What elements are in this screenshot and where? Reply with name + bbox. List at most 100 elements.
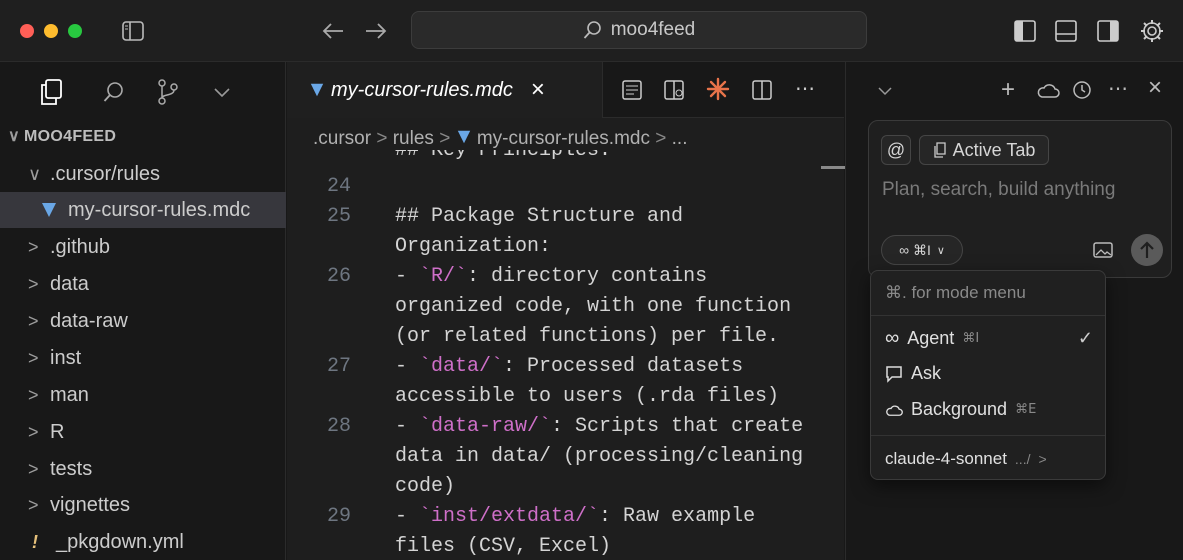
project-header[interactable]: ∨ MOO4FEED — [8, 126, 116, 150]
settings-gear-icon[interactable] — [1139, 18, 1165, 44]
code-line: 26 - `R/`: directory contains — [287, 262, 844, 292]
active-tab-chip[interactable]: Active Tab — [919, 135, 1049, 165]
close-panel-icon[interactable]: × — [1148, 74, 1162, 102]
tree-item-label: _pkgdown.yml — [56, 530, 184, 553]
code-line: organized code, with one function — [287, 292, 844, 322]
toggle-primary-sidebar-icon[interactable] — [1014, 20, 1036, 42]
toggle-panel-icon[interactable] — [1055, 20, 1077, 42]
mention-button[interactable]: @ — [881, 135, 911, 165]
minimize-window-button[interactable] — [44, 24, 58, 38]
folder-tests[interactable]: > tests — [0, 451, 286, 487]
tab-close-button[interactable]: × — [531, 76, 545, 104]
split-editor-icon[interactable] — [752, 80, 772, 100]
folder-cursor-rules[interactable]: ∨ .cursor/rules — [0, 156, 286, 192]
command-search-box[interactable]: moo4feed — [411, 11, 867, 49]
cursor-sparkle-icon[interactable] — [706, 77, 730, 101]
new-chat-icon[interactable]: + — [1001, 76, 1015, 104]
chevron-down-icon: ∨ — [8, 128, 21, 145]
code-line: accessible to users (.rda files) — [287, 382, 844, 412]
mode-chip-text: ∞ ⌘I — [899, 241, 931, 258]
at-icon: @ — [886, 139, 906, 160]
image-attach-icon[interactable] — [1093, 242, 1113, 258]
code-text: - `inst/extdata/`: Raw example — [395, 502, 755, 532]
code-string: `data-raw/` — [419, 415, 552, 438]
code-text: - — [395, 265, 420, 288]
tree-item-label: .cursor/rules — [50, 162, 161, 185]
arrow-right-icon[interactable] — [365, 22, 387, 40]
code-text: Organization: — [395, 235, 552, 258]
chevron-right-icon: > — [28, 384, 39, 405]
code-text: : Scripts that create — [551, 415, 804, 438]
file-pkgdown-yml[interactable]: ! _pkgdown.yml — [0, 524, 286, 560]
cloud-icon[interactable] — [1036, 82, 1060, 98]
chevron-down-icon: ∨ — [936, 244, 945, 257]
breadcrumb-ellipsis[interactable]: ... — [672, 128, 688, 149]
mode-menu: ⌘. for mode menu ∞ Agent ⌘I ✓ Ask Backgr… — [870, 270, 1106, 480]
folder-r[interactable]: > R — [0, 414, 286, 450]
folder-github[interactable]: > .github — [0, 229, 286, 265]
code-text: organized code, with one function — [395, 295, 792, 318]
scrollbar-indicator[interactable] — [821, 166, 845, 169]
folder-man[interactable]: > man — [0, 377, 286, 413]
preview-icon[interactable] — [622, 80, 642, 100]
folder-data[interactable]: > data — [0, 266, 286, 302]
code-string: `data/` — [419, 355, 504, 378]
project-name: MOO4FEED — [24, 128, 117, 145]
mode-selector[interactable]: ∞ ⌘I ∨ — [881, 235, 963, 265]
chevron-right-icon: > — [655, 128, 672, 149]
chevron-down-icon[interactable] — [214, 88, 230, 98]
more-actions-icon[interactable]: ⋯ — [795, 76, 815, 101]
source-control-icon[interactable] — [157, 79, 179, 105]
chat-input-box[interactable]: @ Active Tab Plan, search, build anythin… — [868, 120, 1172, 278]
breadcrumb-item[interactable]: my-cursor-rules.mdc — [477, 128, 650, 149]
chevron-right-icon: > — [1038, 451, 1047, 467]
more-actions-icon[interactable]: ⋯ — [1108, 76, 1128, 101]
chevron-right-icon: > — [28, 236, 39, 257]
history-icon[interactable] — [1072, 80, 1092, 100]
editor-tab-strip: my-cursor-rules.mdc × ⋯ — [287, 62, 844, 118]
chevron-right-icon: > — [28, 310, 39, 331]
breadcrumb-item[interactable]: .cursor — [313, 128, 371, 149]
menu-item-background[interactable]: Background ⌘E — [885, 399, 1036, 420]
toggle-sidebar-icon[interactable] — [122, 21, 144, 41]
code-line: ## Key Principles: — [287, 150, 844, 166]
code-text: - — [395, 505, 420, 528]
folder-data-raw[interactable]: > data-raw — [0, 303, 286, 339]
tab-my-cursor-rules[interactable]: my-cursor-rules.mdc × — [287, 62, 603, 118]
arrow-left-icon[interactable] — [322, 22, 344, 40]
breadcrumb-item[interactable]: rules — [393, 128, 434, 149]
file-my-cursor-rules[interactable]: my-cursor-rules.mdc — [0, 192, 286, 228]
maximize-window-button[interactable] — [68, 24, 82, 38]
close-window-button[interactable] — [20, 24, 34, 38]
code-text: - — [395, 415, 420, 438]
model-suffix: .../ — [1014, 451, 1031, 467]
tree-item-label: data — [50, 272, 89, 295]
chat-placeholder[interactable]: Plan, search, build anything — [882, 179, 1115, 201]
code-line: 24 — [287, 172, 844, 202]
model-name: claude-4-sonnet — [885, 449, 1007, 468]
folder-vignettes[interactable]: > vignettes — [0, 487, 286, 523]
code-area[interactable]: ## Key Principles: 24 25 ## Package Struc… — [287, 150, 844, 560]
line-number: 24 — [326, 175, 351, 198]
toggle-secondary-sidebar-icon[interactable] — [1097, 20, 1119, 42]
search-icon[interactable] — [103, 81, 125, 103]
chevron-down-icon[interactable] — [878, 87, 892, 96]
menu-item-label: Agent — [907, 328, 955, 348]
open-preview-side-icon[interactable] — [664, 80, 686, 100]
menu-item-ask[interactable]: Ask — [885, 363, 941, 384]
tree-item-label: man — [50, 383, 89, 406]
explorer-sidebar: ∨ MOO4FEED ∨ .cursor/rules my-cursor-rule… — [0, 62, 286, 560]
yaml-file-icon: ! — [32, 531, 38, 552]
chevron-right-icon: > — [28, 273, 39, 294]
code-text: - `data/`: Processed datasets — [395, 352, 743, 382]
menu-item-agent[interactable]: ∞ Agent ⌘I ✓ — [885, 327, 1093, 350]
send-button[interactable] — [1131, 234, 1163, 266]
tab-label: my-cursor-rules.mdc — [331, 78, 513, 101]
folder-inst[interactable]: > inst — [0, 340, 286, 376]
files-icon[interactable] — [40, 79, 62, 105]
model-selector[interactable]: claude-4-sonnet .../ > — [885, 449, 1093, 469]
divider — [871, 435, 1105, 436]
code-line: (or related functions) per file. — [287, 322, 844, 352]
chevron-right-icon: > — [376, 128, 393, 149]
code-text: : Raw example — [599, 505, 756, 528]
